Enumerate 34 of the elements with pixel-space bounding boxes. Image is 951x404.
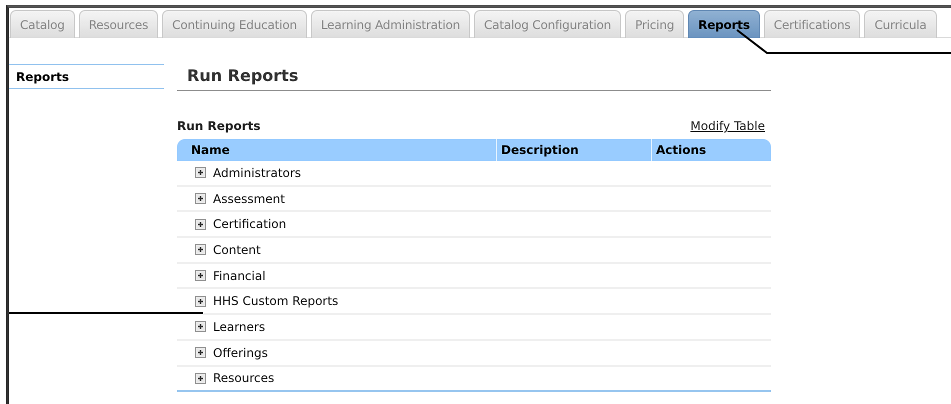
tab[interactable]: Resources (78, 10, 158, 38)
tab[interactable]: Reports (688, 10, 760, 38)
column-header: Description (497, 139, 652, 161)
table-caption: Run Reports (177, 119, 261, 133)
table-cell: Certification (213, 217, 286, 232)
expand-icon[interactable] (195, 270, 206, 282)
modify-table-link[interactable]: Modify Table (690, 119, 765, 133)
table-cell: Content (213, 242, 261, 257)
column-header: Actions (655, 142, 708, 159)
expand-icon[interactable] (195, 193, 206, 204)
table-cell: Offerings (213, 346, 268, 360)
table-cell: Learners (213, 320, 266, 334)
expand-icon[interactable] (195, 244, 206, 256)
tab[interactable]: Catalog Configuration (474, 10, 622, 38)
expand-icon[interactable] (195, 321, 206, 332)
table-cell: Administrators (213, 166, 302, 180)
expand-icon[interactable] (195, 296, 206, 307)
tab[interactable]: Certifications (764, 10, 860, 38)
tab[interactable]: Catalog (10, 10, 75, 38)
table-cell: Resources (213, 371, 274, 386)
expand-icon[interactable] (195, 167, 206, 178)
expand-icon[interactable] (195, 347, 206, 358)
tab[interactable]: Curricula (864, 10, 937, 38)
column-header: Name (177, 139, 497, 161)
tab[interactable]: Learning Administration (310, 10, 470, 38)
table-cell: HHS Custom Reports (213, 294, 338, 308)
sidebar-item[interactable]: Reports (9, 66, 164, 89)
table-cell: Financial (213, 268, 266, 283)
table-cell: Assessment (213, 192, 285, 206)
expand-icon[interactable] (195, 218, 206, 230)
expand-icon[interactable] (195, 372, 206, 384)
tab[interactable]: Continuing Education (162, 10, 307, 38)
page-title: Run Reports (177, 64, 771, 91)
tab[interactable]: Pricing (625, 10, 684, 38)
